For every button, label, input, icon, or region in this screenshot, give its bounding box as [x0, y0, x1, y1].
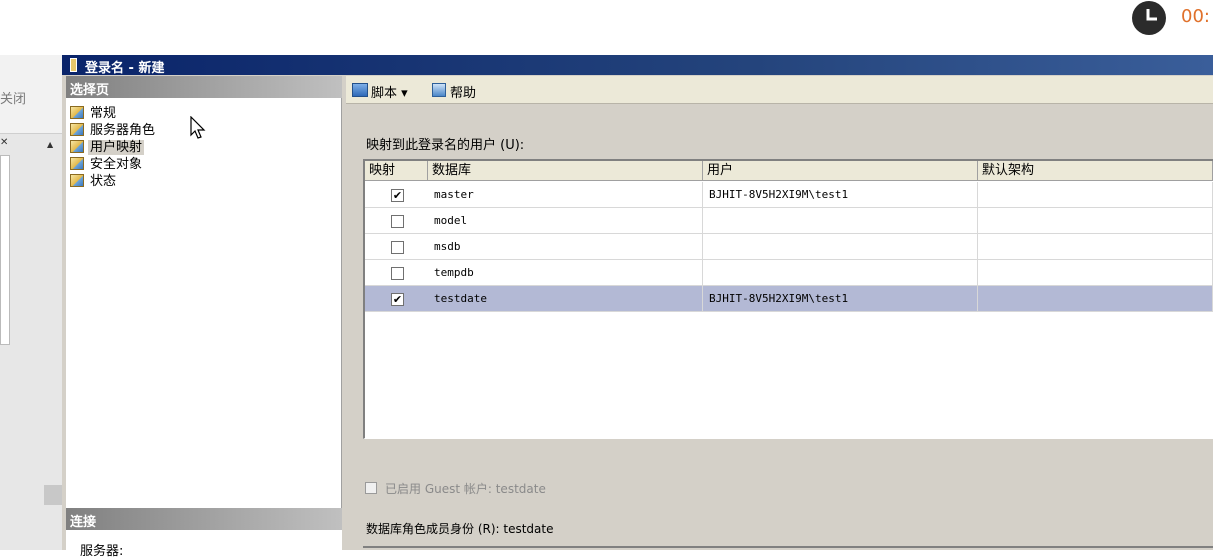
schema-cell[interactable]	[978, 260, 1213, 286]
scroll-up-icon[interactable]: ▲	[47, 140, 53, 149]
user-cell[interactable]: BJHIT-8V5H2XI9M\test1	[703, 286, 978, 312]
map-checkbox[interactable]	[391, 241, 404, 254]
schema-cell[interactable]	[978, 234, 1213, 260]
page-item-status[interactable]: 状态	[70, 173, 118, 190]
page-item-general[interactable]: 常规	[70, 105, 118, 122]
schema-cell[interactable]	[978, 208, 1213, 234]
map-checkbox[interactable]: ✔	[391, 293, 404, 306]
guest-account-label: 已启用 Guest 帐户: testdate	[385, 482, 546, 496]
schema-cell[interactable]	[978, 286, 1213, 312]
select-page-title: 选择页	[70, 83, 110, 98]
map-checkbox[interactable]: ✔	[391, 189, 404, 202]
toolbar	[346, 76, 1213, 104]
col-header-map[interactable]: 映射	[365, 161, 428, 181]
table-row[interactable]: model	[365, 208, 1213, 234]
map-checkbox[interactable]	[391, 215, 404, 228]
role-membership-label: 数据库角色成员身份 (R): testdate	[366, 522, 554, 536]
users-mapped-label: 映射到此登录名的用户 (U):	[366, 138, 525, 153]
user-cell[interactable]	[703, 234, 978, 260]
page-item-user-mapping[interactable]: 用户映射	[70, 139, 145, 156]
dialog-titlebar[interactable]	[62, 55, 1213, 75]
database-cell: master	[428, 182, 703, 208]
dialog-icon	[70, 58, 77, 72]
page-icon	[70, 157, 84, 170]
guest-checkbox	[365, 482, 377, 494]
col-header-database[interactable]: 数据库	[428, 161, 703, 181]
close-icon[interactable]: ✕	[0, 137, 8, 148]
close-link[interactable]: 关闭	[0, 88, 26, 107]
clock-icon	[1132, 1, 1166, 35]
page-icon	[70, 123, 84, 136]
database-cell: model	[428, 208, 703, 234]
help-icon[interactable]	[432, 83, 446, 97]
col-header-user[interactable]: 用户	[703, 161, 978, 181]
help-button[interactable]: 帮助	[450, 82, 476, 101]
col-header-schema[interactable]: 默认架构	[978, 161, 1213, 181]
page-item-server-roles[interactable]: 服务器角色	[70, 122, 157, 139]
page-icon	[70, 174, 84, 187]
user-cell[interactable]	[703, 208, 978, 234]
host-panel-strip	[0, 155, 10, 345]
table-row[interactable]: msdb	[365, 234, 1213, 260]
role-grid	[363, 546, 1213, 550]
scrollbar-thumb[interactable]	[44, 485, 62, 505]
database-cell: testdate	[428, 286, 703, 312]
table-row[interactable]: tempdb	[365, 260, 1213, 286]
connection-header	[66, 508, 342, 530]
user-cell[interactable]: BJHIT-8V5H2XI9M\test1	[703, 182, 978, 208]
database-cell: msdb	[428, 234, 703, 260]
map-checkbox[interactable]	[391, 267, 404, 280]
dialog-title: 登录名 - 新建	[85, 61, 165, 76]
clock-text: 00:	[1181, 6, 1210, 27]
user-cell[interactable]	[703, 260, 978, 286]
table-row-selected[interactable]: ✔ testdate BJHIT-8V5H2XI9M\test1	[365, 286, 1213, 312]
script-button[interactable]: 脚本 ▾	[371, 82, 408, 101]
schema-cell[interactable]	[978, 182, 1213, 208]
cursor-icon	[190, 116, 206, 139]
connection-title: 连接	[70, 515, 97, 530]
table-row[interactable]: ✔ master BJHIT-8V5H2XI9M\test1	[365, 182, 1213, 208]
page-icon	[70, 140, 84, 153]
script-icon[interactable]	[352, 83, 368, 97]
page-icon	[70, 106, 84, 119]
page-item-securables[interactable]: 安全对象	[70, 156, 144, 173]
database-cell: tempdb	[428, 260, 703, 286]
